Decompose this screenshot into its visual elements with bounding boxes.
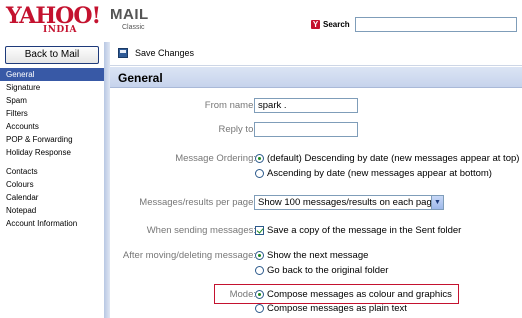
radio-show-next[interactable] — [255, 251, 264, 260]
save-changes-button[interactable]: Save Changes — [135, 48, 194, 58]
ordering-option-ascending-label: Ascending by date (new messages appear a… — [267, 168, 492, 179]
section-title: General — [118, 71, 163, 85]
mode-label: Mode: — [229, 289, 256, 300]
radio-colour-graphics[interactable] — [255, 290, 264, 299]
sidebar-item-spam[interactable]: Spam — [0, 94, 104, 107]
per-page-label: Messages/results per page: — [139, 197, 256, 208]
sidebar-item-account-information[interactable]: Account Information — [0, 217, 104, 230]
message-ordering-label: Message Ordering: — [175, 153, 256, 164]
sidebar-item-notepad[interactable]: Notepad — [0, 204, 104, 217]
reply-to-input[interactable] — [254, 122, 358, 137]
logo-wordmark: YAHOO! — [6, 3, 101, 29]
main-panel: Save Changes General From name: spark . … — [110, 42, 522, 318]
sidebar-item-filters[interactable]: Filters — [0, 107, 104, 120]
back-to-mail-button[interactable]: Back to Mail — [5, 46, 99, 64]
sidebar-item-colours[interactable]: Colours — [0, 178, 104, 191]
after-moving-label: After moving/deleting message: — [122, 250, 256, 261]
save-copy-label: Save a copy of the message in the Sent f… — [267, 225, 462, 236]
yahoo-search-icon: Y — [311, 20, 320, 29]
sidebar-item-contacts[interactable]: Contacts — [0, 165, 104, 178]
sidebar: Back to Mail General Signature Spam Filt… — [0, 42, 104, 318]
sidebar-item-holiday-response[interactable]: Holiday Response — [0, 146, 104, 159]
after-option-original[interactable]: Go back to the original folder — [255, 265, 388, 276]
mode-option-plain-label: Compose messages as plain text — [267, 303, 407, 314]
sending-label: When sending messages: — [146, 225, 256, 236]
toolbar: Save Changes — [110, 42, 522, 66]
per-page-select[interactable]: Show 100 messages/results on each page ▼ — [254, 195, 444, 210]
after-option-original-label: Go back to the original folder — [267, 265, 389, 276]
radio-ascending[interactable] — [255, 169, 264, 178]
chevron-down-icon[interactable]: ▼ — [431, 196, 443, 209]
sidebar-item-pop-forwarding[interactable]: POP & Forwarding — [0, 133, 104, 146]
logo-subtext: INDIA — [43, 25, 77, 35]
sidebar-item-general[interactable]: General — [0, 68, 104, 81]
mode-option-colour[interactable]: Compose messages as colour and graphics — [255, 289, 452, 300]
from-name-label: From name: — [204, 100, 256, 111]
radio-descending[interactable] — [255, 154, 264, 163]
sidebar-item-calendar[interactable]: Calendar — [0, 191, 104, 204]
search-label: Search — [323, 20, 350, 29]
mail-title: MAIL — [110, 6, 149, 23]
ordering-option-descending-label: (default) Descending by date (new messag… — [267, 153, 520, 164]
options-nav: General Signature Spam Filters Accounts … — [0, 68, 104, 230]
save-copy-checkbox[interactable] — [255, 226, 264, 235]
radio-original-folder[interactable] — [255, 266, 264, 275]
section-header: General — [110, 67, 522, 88]
ordering-option-ascending[interactable]: Ascending by date (new messages appear a… — [255, 168, 492, 179]
save-copy-option[interactable]: Save a copy of the message in the Sent f… — [255, 225, 461, 236]
from-name-input[interactable]: spark . — [254, 98, 358, 113]
sidebar-item-accounts[interactable]: Accounts — [0, 120, 104, 133]
search-input[interactable] — [355, 17, 517, 32]
radio-plain-text[interactable] — [255, 304, 264, 313]
reply-to-label: Reply to: — [218, 124, 257, 135]
after-option-next-label: Show the next message — [267, 250, 369, 261]
mode-option-colour-label: Compose messages as colour and graphics — [267, 289, 452, 300]
mode-option-plain[interactable]: Compose messages as plain text — [255, 303, 407, 314]
ordering-option-descending[interactable]: (default) Descending by date (new messag… — [255, 153, 519, 164]
floppy-disk-icon[interactable] — [118, 48, 128, 58]
general-settings-form: From name: spark . Reply to: Message Ord… — [110, 88, 522, 318]
per-page-selected-value: Show 100 messages/results on each page — [258, 197, 438, 208]
after-option-next[interactable]: Show the next message — [255, 250, 368, 261]
sidebar-item-signature[interactable]: Signature — [0, 81, 104, 94]
yahoo-india-logo[interactable]: YAHOO! INDIA — [6, 3, 101, 35]
mail-subtitle: Classic — [122, 24, 145, 31]
header: YAHOO! INDIA MAIL Classic Y Search — [0, 0, 522, 42]
